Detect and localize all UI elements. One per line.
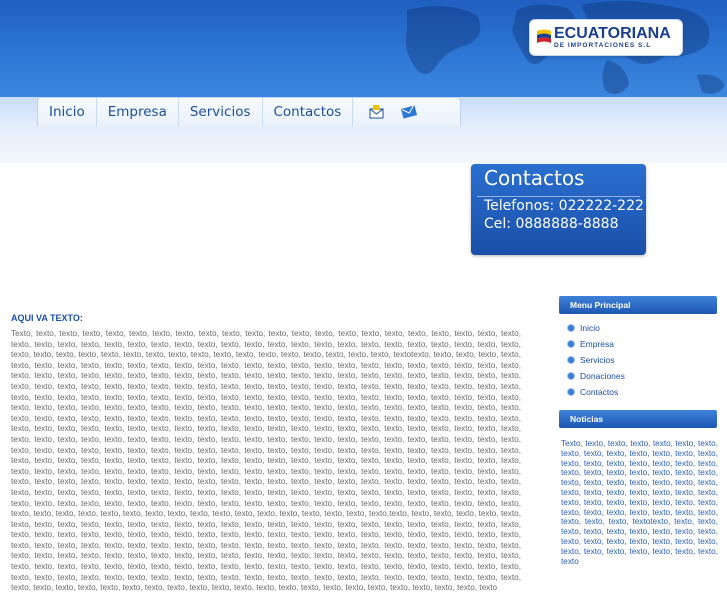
main-title: AQUI VA TEXTO: (11, 313, 83, 323)
news-body-text: Texto, texto, texto, texto, texto, texto… (561, 439, 718, 566)
bullet-icon (568, 357, 574, 363)
mail-icon[interactable] (369, 105, 385, 119)
menu-principal-header: Menu Principal (559, 296, 717, 314)
sidebar-item-label: Empresa (580, 339, 615, 349)
sidebar-item-label: Inicio (580, 323, 600, 333)
sidebar-menu: Inicio Empresa Servicios Donaciones Cont… (568, 320, 625, 400)
logo-subtitle: DE IMPORTACIONES S.L (554, 42, 652, 49)
nav-contactos[interactable]: Contactos (263, 98, 354, 126)
noticias-label: Noticias (570, 414, 604, 424)
sidebar-item-label: Contactos (580, 387, 619, 397)
contact-box: Contactos Telefonos: 022222-222 Cel: 088… (471, 164, 646, 255)
nav-empresa[interactable]: Empresa (97, 98, 179, 126)
sidebar-item-label: Servicios (580, 355, 615, 365)
nav-servicios[interactable]: Servicios (179, 98, 263, 126)
bullet-icon (568, 373, 574, 379)
bullet-icon (568, 341, 574, 347)
sidebar-item-contactos[interactable]: Contactos (568, 384, 625, 400)
logo-title: ECUATORIANA (554, 25, 671, 42)
nav-area: Inicio Empresa Servicios Contactos (0, 97, 727, 163)
sidebar-item-servicios[interactable]: Servicios (568, 352, 625, 368)
company-logo[interactable]: ECUATORIANA DE IMPORTACIONES S.L (530, 20, 682, 55)
main-nav: Inicio Empresa Servicios Contactos (37, 97, 461, 126)
bullet-icon (568, 389, 574, 395)
contact-title: Contactos (484, 166, 585, 190)
envelope-icon[interactable] (401, 105, 418, 119)
contact-cel: Cel: 0888888-8888 (484, 216, 619, 232)
divider (477, 196, 640, 197)
noticias-header: Noticias (559, 410, 717, 428)
flag-icon (537, 29, 551, 43)
bullet-icon (568, 325, 574, 331)
sidebar-item-donaciones[interactable]: Donaciones (568, 368, 625, 384)
nav-inicio[interactable]: Inicio (38, 98, 97, 126)
sidebar-item-inicio[interactable]: Inicio (568, 320, 625, 336)
contact-phones: Telefonos: 022222-222 (484, 198, 644, 214)
main-body-text: Texto, texto, texto, texto, texto, texto… (11, 329, 521, 593)
sidebar-item-label: Donaciones (580, 371, 625, 381)
header-banner: ECUATORIANA DE IMPORTACIONES S.L (0, 0, 727, 108)
sidebar-item-empresa[interactable]: Empresa (568, 336, 625, 352)
menu-principal-label: Menu Principal (570, 300, 631, 310)
